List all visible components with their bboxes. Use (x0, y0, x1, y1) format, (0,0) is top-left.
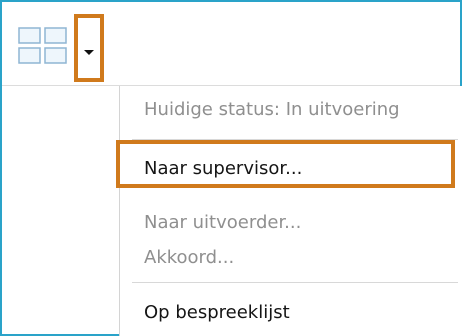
menu-item-to-supervisor[interactable]: Naar supervisor... (144, 157, 302, 181)
toolbar (2, 2, 460, 86)
menu-separator (132, 282, 458, 283)
grid-view-icon[interactable] (17, 26, 69, 66)
caret-down-icon (84, 50, 94, 55)
menu-item-agree: Akkoord... (144, 247, 235, 268)
menu-item-current-status: Huidige status: In uitvoering (144, 99, 400, 120)
status-dropdown-button[interactable] (74, 14, 104, 82)
window-frame: Huidige status: In uitvoering Naar super… (0, 0, 462, 336)
menu-item-to-executor: Naar uitvoerder... (144, 212, 302, 233)
menu-separator (132, 139, 458, 140)
menu-item-on-discussion-list[interactable]: Op bespreeklijst (144, 301, 290, 325)
status-menu: Huidige status: In uitvoering Naar super… (119, 86, 462, 336)
